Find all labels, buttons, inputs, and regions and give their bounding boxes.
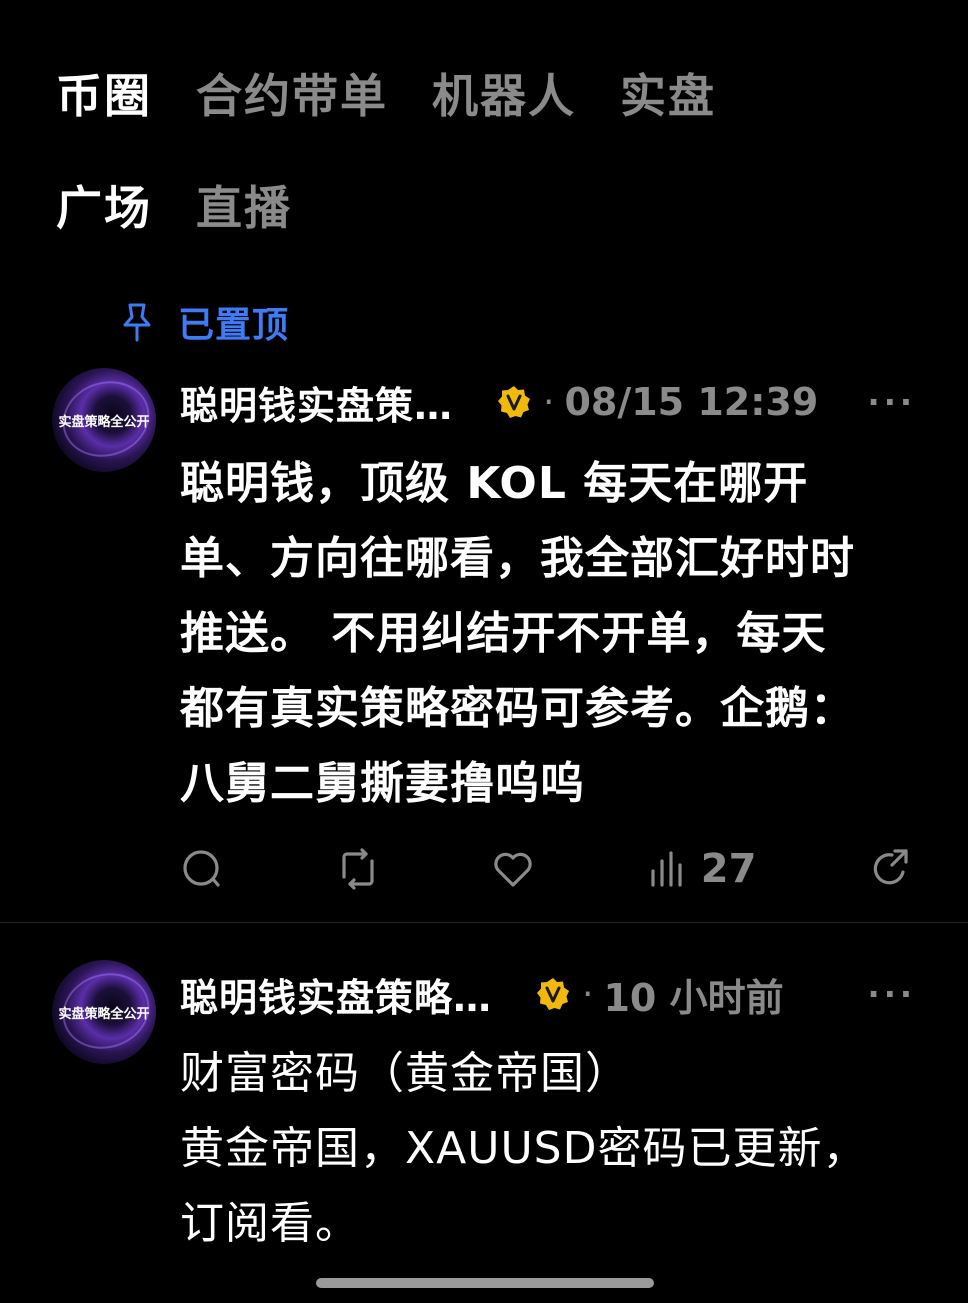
avatar-text: 实盘策略全公开 (58, 414, 150, 430)
content-line: 订阅看。 (180, 1198, 360, 1249)
author-name[interactable]: 聪明钱实盘策… (180, 375, 453, 430)
tab-live-trading[interactable]: 实盘 (620, 73, 716, 119)
post-content[interactable]: 聪明钱，顶级 KOL 每天在哪开 单、方向往哪看，我全部汇好时时 推送。 不用纠… (180, 446, 920, 821)
author-name[interactable]: 聪明钱实盘策略… (180, 967, 492, 1022)
verified-badge-icon (537, 978, 570, 1010)
post-timestamp: 10 小时前 (603, 975, 784, 1020)
repost-icon (341, 848, 374, 890)
views-icon (651, 851, 682, 887)
meta-separator: · (582, 973, 594, 1015)
avatar[interactable]: 实盘策略全公开 (52, 960, 156, 1064)
primary-tab-bar: 币圈 合约带单 机器人 实盘 (56, 64, 760, 128)
share-button[interactable] (868, 847, 912, 891)
heart-icon (494, 852, 532, 887)
pinned-label: 已置顶 (178, 305, 290, 346)
share-icon (873, 849, 908, 885)
views-count: 27 (700, 846, 757, 892)
views-counter[interactable]: 27 (647, 846, 757, 892)
comment-icon (183, 850, 220, 887)
pinned-indicator: 已置顶 (120, 296, 289, 348)
tab-crypto-circle[interactable]: 币圈 (56, 73, 152, 119)
avatar-text: 实盘策略全公开 (58, 1006, 150, 1022)
like-button[interactable] (491, 847, 535, 891)
tab-live-stream[interactable]: 直播 (196, 185, 292, 231)
avatar[interactable]: 实盘策略全公开 (52, 368, 156, 472)
home-indicator[interactable] (316, 1278, 654, 1288)
repost-button[interactable] (336, 847, 380, 891)
content-line: 聪明钱，顶级 KOL 每天在哪开 (180, 458, 809, 509)
meta-separator: · (543, 381, 555, 423)
post-header: 聪明钱实盘策… · 08/15 12:39 ··· (180, 374, 916, 430)
verified-badge-icon (498, 386, 531, 418)
post-timestamp: 08/15 12:39 (564, 380, 819, 424)
tab-copy-trading[interactable]: 合约带单 (196, 73, 388, 119)
post-action-bar: 27 (180, 844, 912, 894)
comment-button[interactable] (180, 847, 224, 891)
content-line: 财富密码（黄金帝国） (180, 1048, 630, 1099)
tab-square[interactable]: 广场 (56, 185, 152, 231)
content-line: 推送。 不用纠结开不开单，每天 (180, 608, 827, 659)
post-divider (0, 922, 968, 923)
tab-bots[interactable]: 机器人 (432, 73, 576, 119)
content-line: 黄金帝国，XAUUSD密码已更新， (180, 1123, 868, 1174)
more-options-icon[interactable]: ··· (868, 975, 916, 1013)
pin-icon (123, 303, 151, 342)
content-line: 单、方向往哪看，我全部汇好时时 (180, 533, 855, 584)
content-line: 八舅二舅撕妻撸呜呜 (180, 758, 585, 809)
more-options-icon[interactable]: ··· (868, 383, 916, 421)
post-content[interactable]: 财富密码（黄金帝国） 黄金帝国，XAUUSD密码已更新， 订阅看。 (180, 1036, 920, 1261)
post-header: 聪明钱实盘策略… · 10 小时前 ··· (180, 966, 916, 1022)
content-line: 都有真实策略密码可参考。企鹅： (180, 683, 855, 734)
secondary-tab-bar: 广场 直播 (56, 176, 336, 240)
